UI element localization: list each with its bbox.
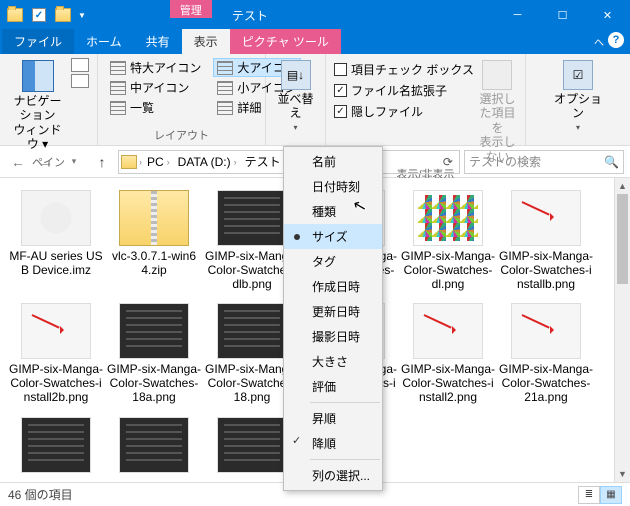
qat-new-folder[interactable]: [52, 4, 74, 26]
qat-properties[interactable]: ✓: [28, 4, 50, 26]
ribbon-tabs: ファイル ホーム 共有 表示 ピクチャ ツール へ ?: [0, 30, 630, 54]
check-item-checkboxes[interactable]: 項目チェック ボックス: [334, 60, 474, 79]
file-thumbnail: [413, 190, 483, 246]
file-label: GIMP-six-Manga-Color-Swatches-18a.png: [107, 363, 201, 404]
scroll-down[interactable]: ▼: [615, 466, 630, 482]
file-item[interactable]: [8, 417, 104, 477]
folder-icon: [4, 4, 26, 26]
navigation-pane-button[interactable]: ナビゲーション ウィンドウ ▾: [8, 58, 67, 152]
file-label: MF-AU series USB Device.imz: [9, 250, 103, 278]
sort-dimensions[interactable]: 大きさ: [284, 349, 382, 374]
view-icons-toggle[interactable]: ▦: [600, 486, 622, 504]
layout-medium[interactable]: 中アイコン: [106, 78, 205, 97]
file-thumbnail: [21, 303, 91, 359]
scroll-up[interactable]: ▲: [615, 178, 630, 194]
pane-small-buttons[interactable]: [71, 58, 89, 88]
layout-list[interactable]: 一覧: [106, 98, 205, 117]
forward-button[interactable]: →: [34, 150, 58, 174]
file-thumbnail: [119, 417, 189, 473]
file-thumbnail: [21, 417, 91, 473]
file-item[interactable]: MF-AU series USB Device.imz: [8, 190, 104, 291]
sort-descending[interactable]: ✓降順: [284, 431, 382, 456]
file-item[interactable]: [106, 417, 202, 477]
close-button[interactable]: ✕: [585, 0, 630, 30]
window-title: テスト: [232, 7, 268, 24]
group-label-layout: レイアウト: [106, 125, 257, 143]
tab-view[interactable]: 表示: [182, 29, 230, 54]
file-item[interactable]: GIMP-six-Manga-Color-Swatches-installb.p…: [498, 190, 594, 291]
sort-modified[interactable]: 更新日時: [284, 299, 382, 324]
file-item[interactable]: vlc-3.0.7.1-win64.zip: [106, 190, 202, 291]
title-bar: ✓ ▼ 管理 テスト ─ ☐ ✕: [0, 0, 630, 30]
search-box[interactable]: テストの検索 🔍: [464, 150, 624, 174]
back-button[interactable]: ←: [6, 150, 30, 174]
search-icon: 🔍: [604, 155, 619, 169]
vertical-scrollbar[interactable]: ▲ ▼: [614, 178, 630, 482]
file-label: GIMP-six-Manga-Color-Swatches-install2b.…: [9, 363, 103, 404]
sort-choose-columns[interactable]: 列の選択...: [284, 463, 382, 488]
maximize-button[interactable]: ☐: [540, 0, 585, 30]
file-thumbnail: [217, 303, 287, 359]
file-thumbnail: [217, 190, 287, 246]
sort-tag[interactable]: タグ: [284, 249, 382, 274]
sort-taken[interactable]: 撮影日時: [284, 324, 382, 349]
recent-locations[interactable]: ▾: [62, 150, 86, 174]
help-button[interactable]: ?: [608, 32, 624, 48]
file-item[interactable]: GIMP-six-Manga-Color-Swatches-dl.png: [400, 190, 496, 291]
scroll-thumb[interactable]: [617, 194, 628, 284]
tab-share[interactable]: 共有: [134, 29, 182, 54]
qat-customize[interactable]: ▼: [78, 11, 86, 20]
file-thumbnail: [511, 190, 581, 246]
sort-ascending[interactable]: 昇順: [284, 406, 382, 431]
file-label: GIMP-six-Manga-Color-Swatches-21a.png: [499, 363, 593, 404]
sort-rating[interactable]: 評価: [284, 374, 382, 399]
tab-home[interactable]: ホーム: [74, 29, 134, 54]
check-hidden-files[interactable]: ✓隠しファイル: [334, 102, 474, 121]
sort-date[interactable]: 日付時刻: [284, 174, 382, 199]
hide-selected-icon: [482, 60, 512, 90]
sort-name[interactable]: 名前: [284, 149, 382, 174]
address-folder-icon: [121, 155, 137, 169]
check-file-extensions[interactable]: ✓ファイル名拡張子: [334, 81, 474, 100]
file-thumbnail: [119, 190, 189, 246]
file-item[interactable]: GIMP-six-Manga-Color-Swatches-21a.png: [498, 303, 594, 404]
file-thumbnail: [413, 303, 483, 359]
file-item[interactable]: GIMP-six-Manga-Color-Swatches-install2.p…: [400, 303, 496, 404]
file-label: vlc-3.0.7.1-win64.zip: [107, 250, 201, 278]
tab-file[interactable]: ファイル: [2, 29, 74, 54]
hide-selected-button: 選択した項目を 表示しない: [478, 58, 517, 164]
crumb-pc[interactable]: PC›: [144, 155, 173, 169]
file-label: GIMP-six-Manga-Color-Swatches-installb.p…: [499, 250, 593, 291]
sort-created[interactable]: 作成日時: [284, 274, 382, 299]
crumb-drive[interactable]: DATA (D:)›: [175, 155, 240, 169]
sort-button[interactable]: ▤↓ 並べ替え ▾: [274, 58, 317, 132]
file-item[interactable]: GIMP-six-Manga-Color-Swatches-18a.png: [106, 303, 202, 404]
crumb-folder[interactable]: テスト: [242, 153, 284, 170]
refresh-button[interactable]: ⟳: [439, 155, 457, 169]
file-label: GIMP-six-Manga-Color-Swatches-dl.png: [401, 250, 495, 291]
file-item[interactable]: GIMP-six-Manga-Color-Swatches-install2b.…: [8, 303, 104, 404]
sort-size[interactable]: サイズ: [284, 224, 382, 249]
minimize-button[interactable]: ─: [495, 0, 540, 30]
options-button[interactable]: ☑ オプション ▾: [553, 58, 603, 132]
layout-extra-large[interactable]: 特大アイコン: [106, 58, 205, 77]
sort-menu: 名前 日付時刻 種類 サイズ タグ 作成日時 更新日時 撮影日時 大きさ 評価 …: [283, 146, 383, 491]
file-thumbnail: [119, 303, 189, 359]
sort-icon: ▤↓: [281, 60, 311, 90]
options-icon: ☑: [563, 60, 593, 90]
file-thumbnail: [511, 303, 581, 359]
up-button[interactable]: ↑: [90, 150, 114, 174]
item-count: 46 個の項目: [8, 486, 73, 503]
file-label: GIMP-six-Manga-Color-Swatches-install2.p…: [401, 363, 495, 404]
navigation-pane-icon: [22, 60, 54, 92]
search-placeholder: テストの検索: [469, 153, 541, 170]
file-thumbnail: [21, 190, 91, 246]
tab-picture-tools[interactable]: ピクチャ ツール: [230, 29, 341, 54]
context-tab-manage: 管理: [170, 0, 212, 18]
view-details-toggle[interactable]: ≣: [578, 486, 600, 504]
file-thumbnail: [217, 417, 287, 473]
ribbon-collapse[interactable]: へ: [594, 34, 604, 49]
ribbon: ナビゲーション ウィンドウ ▾ ペイン 特大アイコン 大アイコン 中アイコン 小…: [0, 54, 630, 146]
